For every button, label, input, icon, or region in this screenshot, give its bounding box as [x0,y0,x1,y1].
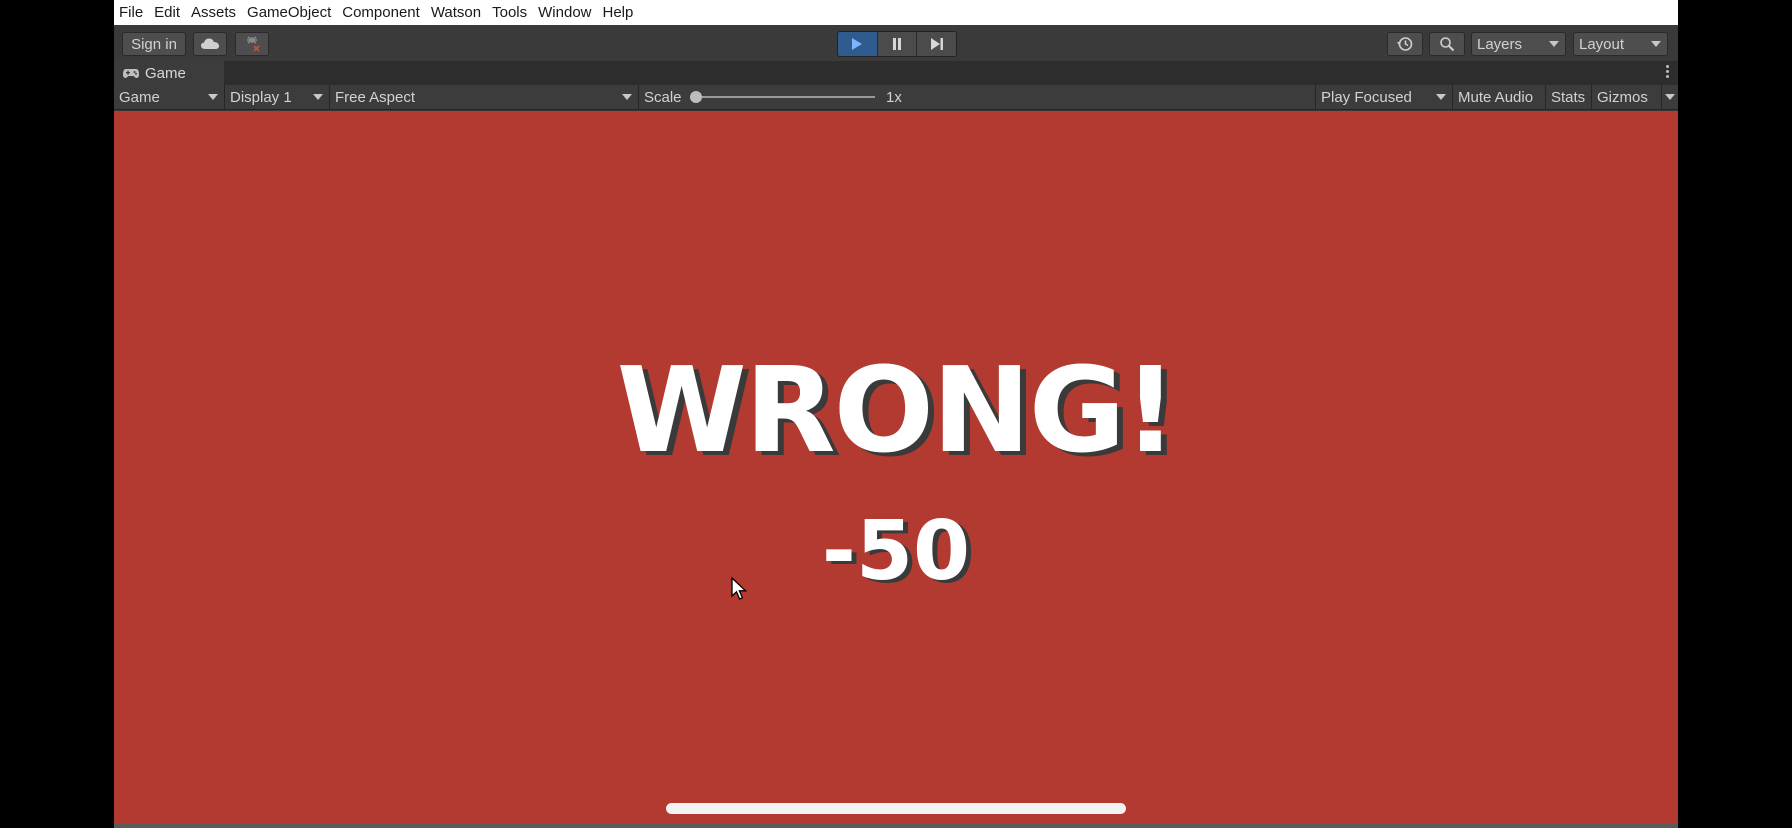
display-dropdown[interactable]: Display 1 [225,85,330,109]
mouse-cursor-icon [731,577,747,600]
scale-control: Scale 1x [639,85,1316,109]
playback-controls [837,31,957,57]
search-button[interactable] [1429,32,1465,56]
menu-bar: File Edit Assets GameObject Component Wa… [114,0,1678,25]
chevron-down-icon [622,94,632,100]
view-mode-dropdown[interactable]: Game [114,85,225,109]
menu-gameobject[interactable]: GameObject [247,0,331,25]
cloud-button[interactable] [193,32,227,56]
layers-label: Layers [1477,35,1523,53]
menu-watson[interactable]: Watson [431,0,481,25]
mute-audio-label: Mute Audio [1458,88,1534,106]
search-icon [1440,37,1455,52]
history-icon [1397,37,1413,51]
pause-icon [893,38,901,50]
play-button[interactable] [838,32,878,56]
play-icon [852,38,863,50]
menu-help[interactable]: Help [603,0,634,25]
kebab-menu-icon[interactable] [1666,65,1670,81]
step-icon [930,38,943,50]
menu-edit[interactable]: Edit [154,0,180,25]
menu-window[interactable]: Window [538,0,591,25]
chevron-down-icon [1436,94,1446,100]
chevron-down-icon [208,94,218,100]
stats-toggle[interactable]: Stats [1546,85,1592,109]
result-headline: WRONG! [616,341,1178,479]
layout-dropdown[interactable]: Layout [1573,32,1668,56]
layout-label: Layout [1579,35,1625,53]
display-label: Display 1 [230,88,292,106]
stats-label: Stats [1551,88,1586,106]
scale-slider-handle[interactable] [690,91,702,103]
menu-assets[interactable]: Assets [191,0,236,25]
score-delta: -50 [821,504,971,599]
gamepad-icon [123,68,139,78]
collab-button[interactable] [235,32,269,56]
tab-game[interactable]: Game [114,61,224,85]
history-button[interactable] [1387,32,1423,56]
gizmos-label: Gizmos [1597,88,1648,106]
home-indicator-bar[interactable] [666,803,1126,814]
menu-tools[interactable]: Tools [492,0,527,25]
tab-game-label: Game [145,64,186,82]
collab-icon [247,36,260,52]
sign-in-button[interactable]: Sign in [122,32,186,56]
scale-label: Scale [644,88,682,106]
mute-audio-toggle[interactable]: Mute Audio [1453,85,1546,109]
gizmos-dropdown[interactable] [1662,85,1678,109]
aspect-dropdown[interactable]: Free Aspect [330,85,639,109]
step-button[interactable] [917,32,956,56]
aspect-label: Free Aspect [335,88,416,106]
main-toolbar: Sign in Layers Layout [114,25,1678,61]
scale-value: 1x [886,89,902,106]
layers-dropdown[interactable]: Layers [1471,32,1566,56]
play-mode-label: Play Focused [1321,88,1412,106]
scale-slider-track[interactable] [694,96,875,98]
tab-bar: Game [114,61,1678,85]
game-view[interactable]: WRONG! -50 [114,111,1678,824]
pause-button[interactable] [877,32,918,56]
unity-editor-window: File Edit Assets GameObject Component Wa… [114,0,1678,828]
play-mode-dropdown[interactable]: Play Focused [1316,85,1453,109]
view-mode-label: Game [119,88,160,106]
game-view-toolbar: Game Display 1 Free Aspect Scale 1x Play… [114,85,1678,110]
chevron-down-icon [1665,94,1675,100]
chevron-down-icon [1651,41,1661,47]
bottom-border [114,824,1678,828]
chevron-down-icon [1549,41,1559,47]
chevron-down-icon [313,94,323,100]
gizmos-toggle[interactable]: Gizmos [1592,85,1662,109]
menu-file[interactable]: File [119,0,143,25]
cloud-icon [201,38,219,49]
menu-component[interactable]: Component [342,0,420,25]
